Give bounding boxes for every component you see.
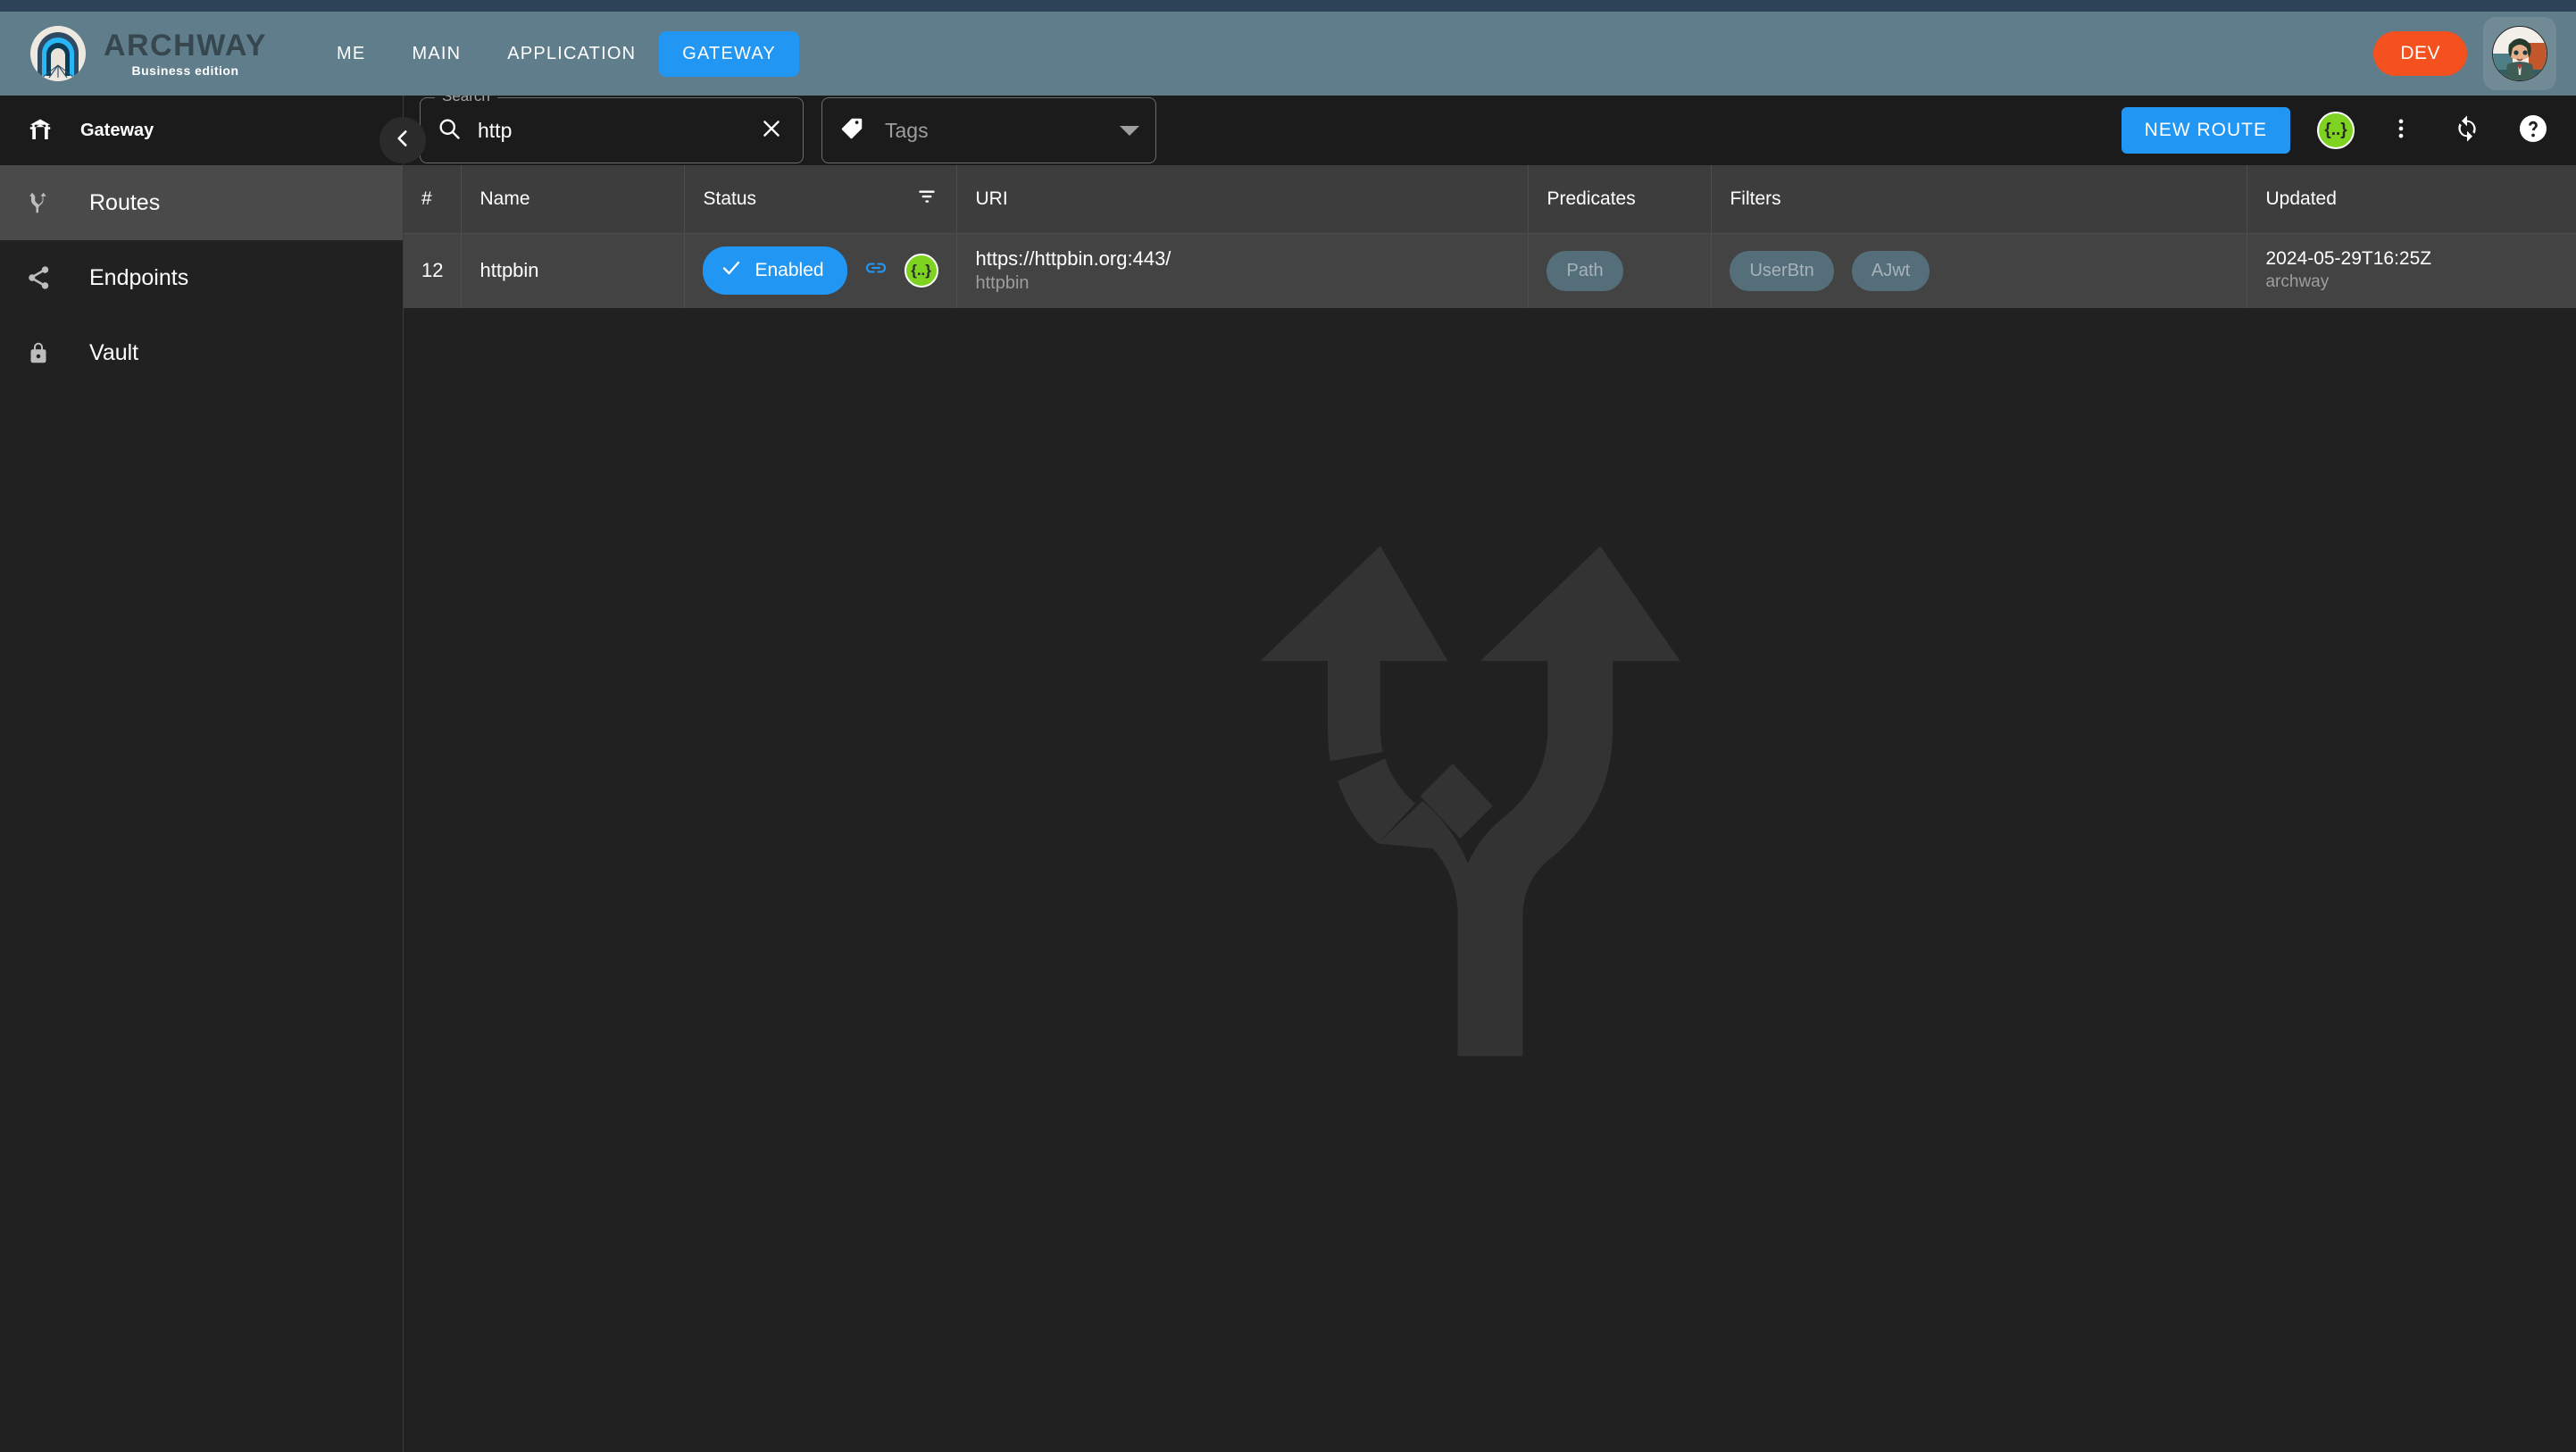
routes-toolbar: Search Tags NEW ROUTE <box>404 96 2576 165</box>
sidebar-item-vault[interactable]: Vault <box>0 315 404 390</box>
brand-title: ARCHWAY <box>104 29 268 63</box>
sidebar-item-vault-label: Vault <box>89 339 139 365</box>
tags-select-label: Tags <box>885 118 929 142</box>
content-area: Search Tags NEW ROUTE <box>404 96 2576 1452</box>
filter-chip[interactable]: AJwt <box>1851 250 1930 291</box>
column-header-uri[interactable]: URI <box>956 165 1530 234</box>
routes-table: # Name Status URI Predicates Filters Upd… <box>404 165 2576 308</box>
routes-table-head: # Name Status URI Predicates Filters Upd… <box>404 165 2576 234</box>
cell-status: Enabled {..} <box>684 233 958 308</box>
cell-num: 12 <box>404 233 463 308</box>
cell-filters: UserBtn AJwt <box>1711 233 2248 308</box>
avatar <box>2492 26 2547 81</box>
archway-gate-icon <box>27 117 54 144</box>
sidebar-item-routes[interactable]: Routes <box>0 165 404 240</box>
filter-list-icon[interactable] <box>915 185 938 213</box>
status-badge-label: Enabled <box>754 260 824 281</box>
sync-icon <box>2453 114 2481 147</box>
sidebar-item-endpoints[interactable]: Endpoints <box>0 240 404 315</box>
avatar-button[interactable] <box>2483 17 2556 90</box>
check-icon <box>721 257 742 284</box>
app-header: ARCHWAY Business edition ME MAIN APPLICA… <box>0 12 2576 96</box>
sidebar-header: Gateway <box>0 96 404 165</box>
predicate-chip[interactable]: Path <box>1546 250 1623 291</box>
search-icon <box>437 116 462 146</box>
env-badge[interactable]: DEV <box>2373 31 2467 76</box>
filter-chip[interactable]: UserBtn <box>1730 250 1834 291</box>
sidebar-collapse-button[interactable] <box>379 117 426 163</box>
header-actions: DEV <box>2373 17 2576 90</box>
window-title-bar <box>0 0 2576 12</box>
help-button[interactable] <box>2513 111 2553 150</box>
chevron-left-icon <box>391 127 414 154</box>
json-view-button[interactable]: {..} <box>2317 112 2355 149</box>
sidebar-item-routes-label: Routes <box>89 189 161 215</box>
column-header-predicates[interactable]: Predicates <box>1528 165 1713 234</box>
brand-subtitle: Business edition <box>131 63 239 78</box>
table-row[interactable]: 12 httpbin Enabled {..} https://httpbin.… <box>404 233 2576 308</box>
more-options-button[interactable] <box>2381 111 2421 150</box>
column-header-updated[interactable]: Updated <box>2247 165 2576 234</box>
link-icon[interactable] <box>863 255 888 286</box>
column-header-status[interactable]: Status <box>684 165 958 234</box>
chevron-down-icon <box>1120 125 1139 136</box>
new-route-button[interactable]: NEW ROUTE <box>2121 107 2290 154</box>
search-field[interactable]: Search <box>420 96 804 163</box>
sidebar-title: Gateway <box>80 120 154 140</box>
sidebar: Gateway Routes Endpoints Vault <box>0 96 426 1452</box>
close-icon[interactable] <box>756 117 787 144</box>
uri-value: https://httpbin.org:443/ <box>975 246 1171 270</box>
toolbar-actions: NEW ROUTE {..} <box>2121 107 2553 154</box>
search-input[interactable] <box>478 118 728 143</box>
nav-item-gateway[interactable]: GATEWAY <box>659 30 799 77</box>
routes-table-body: 12 httpbin Enabled {..} https://httpbin.… <box>404 233 2576 308</box>
cell-predicates: Path <box>1528 233 1713 308</box>
app-body: Gateway Routes Endpoints Vault Search ht… <box>0 96 2576 1452</box>
table-header-row: # Name Status URI Predicates Filters Upd… <box>404 165 2576 234</box>
route-fork-watermark <box>1240 524 1740 1078</box>
search-legend: Search <box>435 96 497 105</box>
cell-updated: 2024-05-29T16:25Z archway <box>2247 233 2576 308</box>
status-badge[interactable]: Enabled <box>703 246 847 296</box>
column-header-status-label: Status <box>703 188 757 209</box>
sidebar-item-endpoints-label: Endpoints <box>89 264 189 290</box>
brand[interactable]: ARCHWAY Business edition <box>30 26 267 81</box>
column-header-name[interactable]: Name <box>461 165 686 234</box>
archway-logo-icon <box>30 26 86 81</box>
tag-icon <box>838 115 865 146</box>
main-nav: ME MAIN APPLICATION GATEWAY <box>313 30 799 77</box>
json-badge-icon[interactable]: {..} <box>904 254 938 288</box>
uri-subvalue: httpbin <box>975 273 1030 293</box>
sidebar-nav: Routes Endpoints Vault <box>0 165 404 390</box>
tags-select[interactable]: Tags <box>821 97 1156 163</box>
nav-item-me[interactable]: ME <box>313 31 388 77</box>
help-circle-icon <box>2517 113 2549 149</box>
cell-name: httpbin <box>461 233 686 308</box>
column-header-filters[interactable]: Filters <box>1711 165 2248 234</box>
share-nodes-icon <box>25 264 52 291</box>
nav-item-main[interactable]: MAIN <box>388 31 484 77</box>
updated-timestamp: 2024-05-29T16:25Z <box>2265 247 2432 269</box>
json-badge-label: {..} <box>2324 121 2347 139</box>
lock-icon <box>25 339 52 366</box>
route-fork-icon <box>25 189 52 216</box>
more-vertical-icon <box>2388 115 2414 146</box>
updated-author: archway <box>2265 272 2330 292</box>
column-header-num[interactable]: # <box>404 165 463 234</box>
refresh-button[interactable] <box>2447 111 2487 150</box>
cell-uri: https://httpbin.org:443/ httpbin <box>956 233 1530 308</box>
nav-item-application[interactable]: APPLICATION <box>484 31 659 77</box>
